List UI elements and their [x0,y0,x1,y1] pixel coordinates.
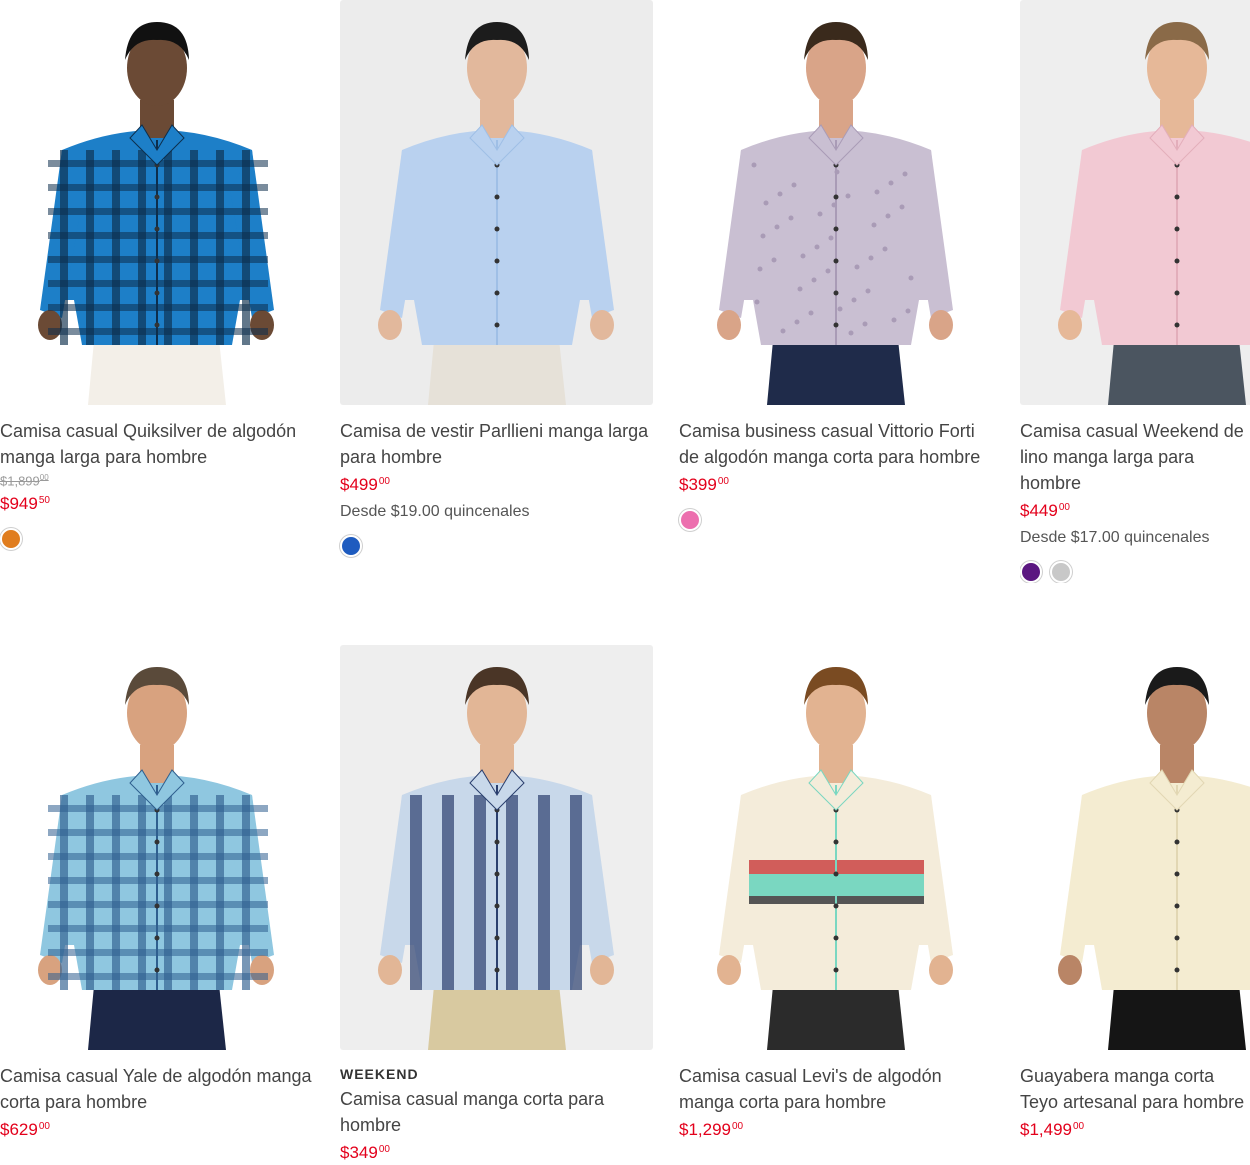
product-card[interactable]: Guayabera manga corta Teyo artesanal par… [1020,645,1250,1142]
product-price: $44900 [1020,501,1070,520]
product-card[interactable]: Camisa de vestir Parllieni manga larga p… [340,0,653,557]
product-card[interactable]: Camisa casual Yale de algodón manga cort… [0,645,313,1142]
color-swatch[interactable] [0,528,22,551]
product-card[interactable]: WEEKEND Camisa casual manga corta para ho… [340,645,653,1165]
product-photo [1020,0,1250,405]
product-brand: WEEKEND [340,1066,419,1082]
product-title[interactable]: Camisa casual Weekend de lino manga larg… [1020,418,1250,496]
product-card[interactable]: Camisa casual Weekend de lino manga larg… [1020,0,1250,583]
product-title[interactable]: Camisa business casual Vittorio Forti de… [679,418,992,470]
product-grid: Camisa casual Quiksilver de algodón mang… [0,0,1250,1162]
product-image[interactable] [0,0,313,405]
product-price: $94950 [0,494,50,514]
color-swatch[interactable] [340,535,362,557]
product-price: $34900 [340,1143,390,1162]
product-photo [679,645,992,1050]
product-title[interactable]: Camisa casual Quiksilver de algodón mang… [0,418,313,470]
product-card[interactable]: Camisa business casual Vittorio Forti de… [679,0,992,531]
product-old-price: $1,89900 [0,473,49,489]
product-title[interactable]: Camisa casual Levi's de algodón manga co… [679,1063,992,1115]
product-image[interactable] [340,645,653,1050]
product-installments: Desde $17.00 quincenales [1020,529,1210,546]
color-swatch[interactable] [1050,561,1072,583]
product-title[interactable]: Guayabera manga corta Teyo artesanal par… [1020,1063,1250,1115]
color-swatches [1020,561,1250,583]
product-card[interactable]: Camisa casual Levi's de algodón manga co… [679,645,992,1142]
product-image[interactable] [340,0,653,405]
color-swatch[interactable] [679,509,701,531]
product-price: $1,49900 [1020,1120,1085,1139]
product-photo [0,645,313,1050]
product-price: $1,29900 [679,1120,744,1139]
product-installments: Desde $19.00 quincenales [340,503,530,520]
product-photo [0,0,313,405]
color-swatches [340,535,653,557]
product-photo [340,645,653,1050]
product-image[interactable] [679,0,992,405]
product-photo [340,0,653,405]
product-image[interactable] [0,645,313,1050]
product-title[interactable]: Camisa de vestir Parllieni manga larga p… [340,418,653,470]
product-image[interactable] [679,645,992,1050]
product-image[interactable] [1020,645,1250,1050]
product-price: $39900 [679,475,729,494]
product-title[interactable]: Camisa casual Yale de algodón manga cort… [0,1063,313,1115]
color-swatches [679,509,992,531]
product-price: $62900 [0,1120,50,1139]
color-swatches [0,528,313,551]
product-card[interactable]: Camisa casual Quiksilver de algodón mang… [0,0,313,551]
color-swatch[interactable] [1020,561,1042,583]
product-image[interactable] [1020,0,1250,405]
product-title[interactable]: Camisa casual manga corta para hombre [340,1086,653,1138]
product-price: $49900 [340,475,390,494]
product-photo [679,0,992,405]
product-photo [1020,645,1250,1050]
